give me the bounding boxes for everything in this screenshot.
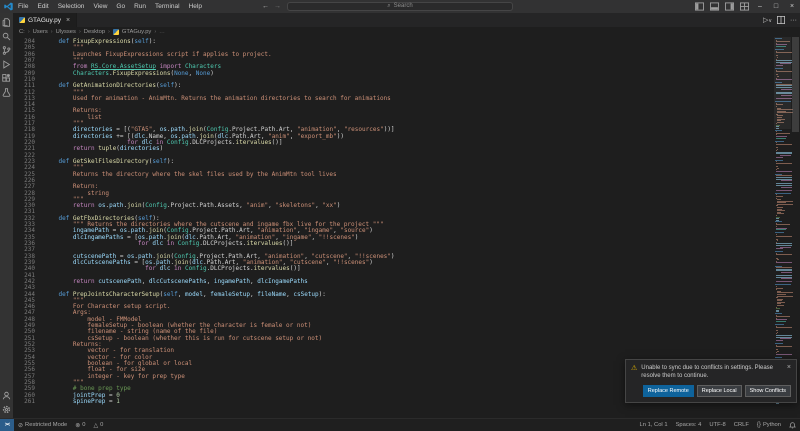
notifications-bell-icon[interactable] — [785, 419, 800, 431]
account-icon[interactable] — [0, 388, 13, 402]
title-bar-controls: – □ × — [692, 0, 800, 13]
status-ln-1-col-1[interactable]: Ln 1, Col 1 — [636, 419, 672, 431]
code-text: return cutscenePath, dlcCutscenePaths, i… — [44, 279, 308, 285]
python-file-icon — [113, 29, 119, 35]
command-center-search[interactable]: ⌕ Search — [287, 2, 513, 12]
more-actions-icon[interactable]: ··· — [790, 17, 797, 24]
forward-arrow-icon[interactable]: → — [274, 3, 281, 10]
activity-bar-top — [0, 15, 13, 99]
breadcrumb-file[interactable]: GTAGuy.py — [122, 29, 151, 35]
status-bar-right: Ln 1, Col 1Spaces: 4UTF-8CRLF{}Python — [636, 419, 800, 431]
code-text: for dlc in Config.DLCProjects.itervalues… — [44, 266, 301, 272]
code-text: spinePrep = 1 — [44, 399, 120, 405]
editor-actions: ▷∨ ··· — [763, 13, 797, 27]
scrollbar-slider[interactable] — [792, 37, 799, 132]
search-icon[interactable] — [0, 29, 13, 43]
toggle-secondary-sidebar-icon[interactable] — [725, 2, 734, 11]
toggle-sidebar-icon[interactable] — [695, 2, 704, 11]
source-control-icon[interactable] — [0, 43, 13, 57]
title-bar: File Edit Selection View Go Run Terminal Help ←… — [0, 0, 800, 13]
history-navigation: ← → — [262, 0, 281, 13]
toggle-panel-icon[interactable] — [710, 2, 719, 11]
customize-layout-icon[interactable] — [740, 2, 749, 11]
code-text: Used for animation - AnimMtn. Returns th… — [44, 96, 391, 102]
status-0[interactable]: △0 — [90, 419, 108, 431]
activity-bar — [0, 13, 13, 418]
status-spaces-4[interactable]: Spaces: 4 — [672, 419, 706, 431]
breadcrumb-item[interactable]: Ulysses — [56, 29, 76, 35]
warning-icon: ⚠ — [631, 364, 637, 380]
sync-conflict-notification: ⚠ Unable to sync due to conflicts in set… — [625, 359, 797, 403]
testing-icon[interactable] — [0, 85, 13, 99]
breadcrumb-separator: › — [28, 29, 30, 35]
code-text: Characters.FixupExpressions(None, None) — [44, 71, 214, 77]
status-restricted-mode[interactable]: ⊘Restricted Mode — [14, 419, 71, 431]
minimize-button[interactable]: – — [752, 0, 768, 13]
back-arrow-icon[interactable]: ← — [262, 3, 269, 10]
status-utf-8[interactable]: UTF-8 — [705, 419, 729, 431]
search-icon: ⌕ — [387, 3, 390, 10]
run-debug-icon[interactable] — [0, 57, 13, 71]
maximize-button[interactable]: □ — [768, 0, 784, 13]
python-file-icon — [19, 17, 25, 23]
menu-view[interactable]: View — [93, 3, 107, 10]
status-bar: >< ⊘Restricted Mode⊗0△0 Ln 1, Col 1Space… — [0, 418, 800, 431]
editor-tab-bar: GTAGuy.py × — [13, 13, 800, 27]
breadcrumb-separator: › — [108, 29, 110, 35]
notification-buttons: Replace RemoteReplace LocalShow Conflict… — [631, 385, 791, 397]
breadcrumb-symbol[interactable]: … — [159, 29, 165, 35]
code-text: return tuple(directories) — [44, 146, 163, 152]
breadcrumb-separator: › — [154, 29, 156, 35]
code-text: Returns the directory where the skel fil… — [44, 172, 337, 178]
breadcrumb-separator: › — [51, 29, 53, 35]
breadcrumb-item[interactable]: Users — [33, 29, 48, 35]
status-icon: ⊘ — [18, 422, 23, 429]
line-number[interactable]: 261 — [13, 399, 44, 405]
menu-run[interactable]: Run — [134, 3, 146, 10]
code-area[interactable]: 204 def FixupExpressions(self):205 """20… — [13, 39, 774, 405]
menu-selection[interactable]: Selection — [58, 3, 85, 10]
activity-bar-bottom — [0, 388, 13, 416]
status-icon: ⊗ — [75, 422, 80, 429]
code-text: return os.path.join(Config.Project.Path.… — [44, 203, 340, 209]
menu-bar: File Edit Selection View Go Run Terminal Help — [18, 3, 202, 10]
notification-close-icon[interactable]: × — [787, 364, 791, 380]
search-label: Search — [394, 3, 413, 9]
close-window-button[interactable]: × — [784, 0, 800, 13]
status-python[interactable]: {}Python — [753, 419, 785, 431]
menu-edit[interactable]: Edit — [37, 3, 48, 10]
show-conflicts-button[interactable]: Show Conflicts — [745, 385, 791, 397]
code-text: for dlc in Config.DLCProjects.itervalues… — [44, 241, 293, 247]
tab-gtaguy-py[interactable]: GTAGuy.py × — [13, 13, 77, 27]
minimap-viewport[interactable] — [774, 37, 791, 129]
remote-indicator[interactable]: >< — [0, 419, 14, 431]
settings-icon[interactable] — [0, 402, 13, 416]
tab-close-icon[interactable]: × — [66, 17, 70, 24]
breadcrumb: C:›Users›Ulysses›Desktop›GTAGuy.py›… — [13, 27, 800, 37]
explorer-icon[interactable] — [0, 15, 13, 29]
replace-remote-button[interactable]: Replace Remote — [643, 385, 694, 397]
split-editor-icon[interactable] — [777, 16, 785, 24]
status-icon: △ — [94, 422, 99, 429]
menu-terminal[interactable]: Terminal — [155, 3, 180, 10]
replace-local-button[interactable]: Replace Local — [697, 385, 742, 397]
code-editor[interactable]: 204 def FixupExpressions(self):205 """20… — [13, 37, 800, 418]
tab-label: GTAGuy.py — [28, 17, 61, 24]
menu-go[interactable]: Go — [116, 3, 125, 10]
status-0[interactable]: ⊗0 — [71, 419, 89, 431]
notification-message: Unable to sync due to conflicts in setti… — [641, 364, 783, 380]
vscode-logo-icon — [4, 2, 13, 11]
breadcrumb-item[interactable]: Desktop — [84, 29, 105, 35]
extensions-icon[interactable] — [0, 71, 13, 85]
status-crlf[interactable]: CRLF — [730, 419, 753, 431]
run-python-file-button[interactable]: ▷∨ — [763, 16, 772, 24]
menu-help[interactable]: Help — [189, 3, 202, 10]
breadcrumb-item[interactable]: C: — [19, 29, 25, 35]
vscode-window: File Edit Selection View Go Run Terminal Help ←… — [0, 0, 800, 431]
menu-file[interactable]: File — [18, 3, 28, 10]
code-text: def PrepJointsCharacterSetup(self, model… — [44, 292, 326, 298]
status-bar-left: ⊘Restricted Mode⊗0△0 — [14, 419, 636, 431]
breadcrumb-separator: › — [79, 29, 81, 35]
status-icon: {} — [757, 422, 761, 428]
